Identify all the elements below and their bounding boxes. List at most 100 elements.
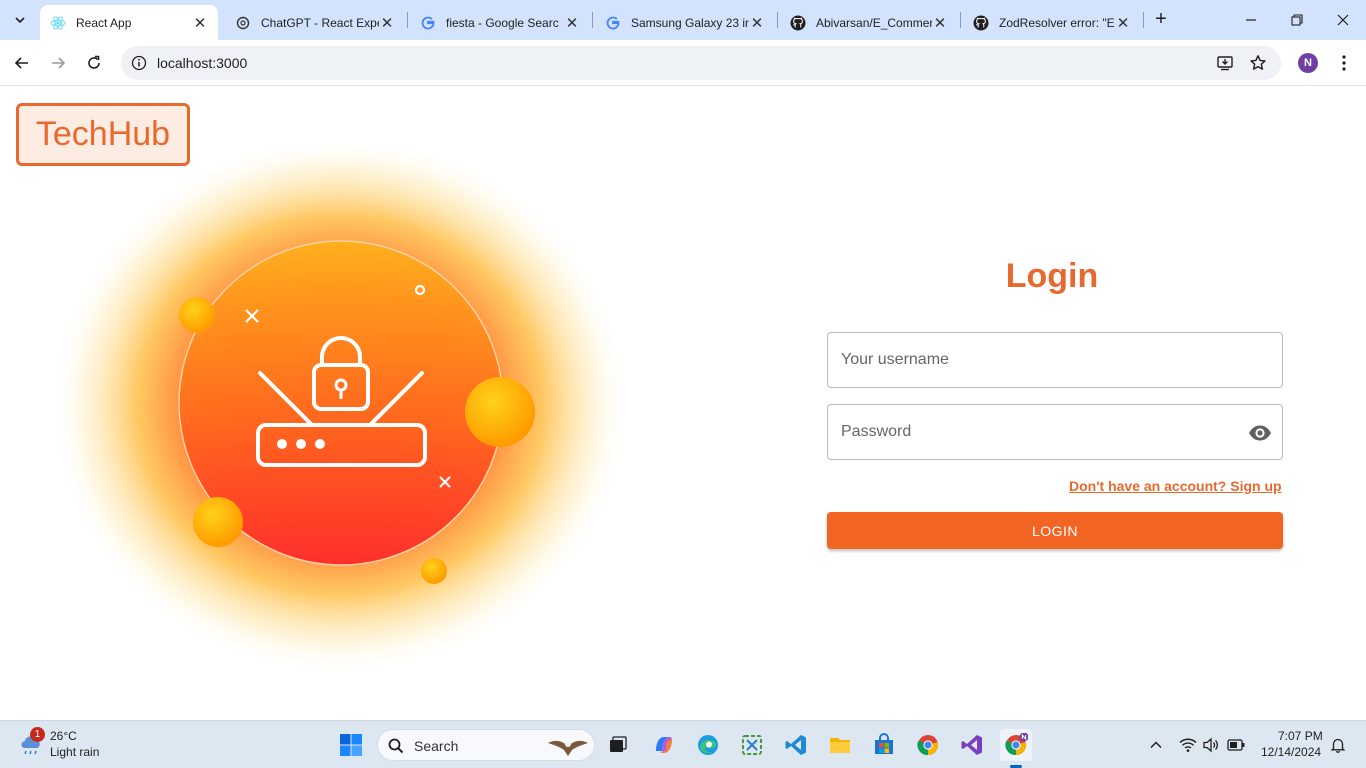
tab-separator — [407, 12, 408, 28]
tab-github-zodresolver[interactable]: ZodResolver error: "E ✕ — [963, 5, 1141, 40]
clock-time[interactable]: 7:07 PM — [1278, 729, 1323, 743]
visual-studio-icon — [961, 735, 982, 755]
volume-icon[interactable] — [1201, 735, 1221, 755]
tab-search-button[interactable] — [8, 8, 32, 32]
more-vertical-icon — [1342, 55, 1346, 71]
tab-title: fiesta - Google Searc — [446, 15, 559, 30]
windows-icon — [340, 734, 362, 756]
start-button[interactable] — [335, 729, 367, 761]
security-illustration — [50, 147, 630, 675]
copilot-button[interactable] — [648, 729, 680, 761]
install-app-icon[interactable] — [1215, 53, 1235, 73]
signup-link[interactable]: Don't have an account? Sign up — [1069, 478, 1282, 494]
reload-button[interactable] — [82, 51, 106, 75]
github-icon — [973, 15, 989, 31]
login-button[interactable]: LOGIN — [827, 512, 1283, 549]
new-tab-button[interactable]: + — [1150, 8, 1172, 30]
tab-separator — [592, 12, 593, 28]
weather-temperature[interactable]: 26°C — [50, 729, 77, 743]
chrome-icon — [1005, 733, 1028, 756]
minimize-icon — [1246, 19, 1256, 21]
eagle-icon — [548, 740, 588, 756]
eye-icon[interactable] — [1248, 421, 1272, 445]
close-icon[interactable]: ✕ — [749, 15, 765, 32]
snipping-tool-button[interactable] — [736, 729, 768, 761]
tab-title: ChatGPT - React Expe — [261, 15, 379, 30]
task-view-button[interactable] — [602, 729, 634, 761]
arrow-left-icon — [14, 57, 28, 69]
chrome-profile-button[interactable] — [1000, 729, 1032, 761]
tab-title: React App — [76, 15, 132, 30]
back-button[interactable] — [10, 51, 34, 75]
search-label: Search — [414, 738, 459, 754]
tab-fiesta-search[interactable]: fiesta - Google Searc ✕ — [410, 5, 590, 40]
profile-avatar[interactable]: N — [1298, 53, 1318, 73]
tab-react-app[interactable]: React App ✕ — [40, 5, 218, 40]
browser-tab-strip: React App ✕ ChatGPT - React Expe ✕ fiest… — [0, 0, 1366, 40]
browser-toolbar: localhost:3000 N — [0, 40, 1366, 86]
store-icon — [875, 733, 893, 754]
tab-chatgpt[interactable]: ChatGPT - React Expe ✕ — [225, 5, 405, 40]
visual-studio-button[interactable] — [956, 729, 988, 761]
password-field — [827, 404, 1283, 460]
forward-button[interactable] — [46, 51, 70, 75]
file-explorer-button[interactable] — [824, 729, 856, 761]
folder-icon — [830, 738, 850, 753]
wifi-icon[interactable] — [1178, 735, 1198, 755]
close-window-button[interactable] — [1320, 0, 1366, 40]
tab-samsung-search[interactable]: Samsung Galaxy 23 in ✕ — [595, 5, 775, 40]
url-text: localhost:3000 — [157, 55, 248, 71]
minimize-button[interactable] — [1228, 0, 1274, 40]
close-icon — [1337, 14, 1349, 26]
battery-icon[interactable] — [1226, 735, 1246, 755]
search-icon — [386, 736, 406, 756]
chevron-up-icon — [1150, 741, 1162, 749]
browser-menu-button[interactable] — [1334, 51, 1354, 75]
close-icon[interactable]: ✕ — [932, 15, 948, 32]
task-view-icon — [610, 736, 627, 752]
copilot-icon — [656, 737, 672, 753]
tab-title: Abivarsan/E_Commer — [816, 15, 932, 30]
chrome-button[interactable] — [912, 729, 944, 761]
username-input[interactable] — [841, 333, 1241, 387]
arrow-right-icon — [52, 57, 66, 69]
google-icon — [420, 15, 436, 31]
react-icon — [50, 15, 66, 31]
restore-button[interactable] — [1274, 0, 1320, 40]
notifications-bell-icon[interactable] — [1328, 735, 1348, 755]
microsoft-store-button[interactable] — [868, 729, 900, 761]
vscode-button[interactable] — [780, 729, 812, 761]
tab-title: Samsung Galaxy 23 in — [631, 15, 749, 30]
tab-title: ZodResolver error: "E — [999, 15, 1115, 30]
chatgpt-icon — [235, 15, 251, 31]
tab-separator — [1143, 12, 1144, 28]
clock-date[interactable]: 12/14/2024 — [1261, 745, 1321, 759]
close-icon[interactable]: ✕ — [564, 15, 580, 32]
login-title: Login — [1005, 257, 1099, 295]
vscode-icon — [785, 735, 806, 755]
login-page: TechHub Login Your username Don't have a… — [0, 87, 1366, 720]
tab-github-ecommerce[interactable]: Abivarsan/E_Commer ✕ — [780, 5, 958, 40]
close-icon[interactable]: ✕ — [1115, 15, 1131, 32]
chevron-down-icon — [15, 17, 25, 24]
close-icon[interactable]: ✕ — [379, 15, 395, 32]
github-icon — [790, 15, 806, 31]
bookmark-star-icon[interactable] — [1248, 53, 1268, 73]
tab-separator — [777, 12, 778, 28]
restore-icon — [1291, 14, 1303, 26]
edge-button[interactable] — [692, 729, 724, 761]
weather-description[interactable]: Light rain — [50, 745, 99, 759]
username-field — [827, 332, 1283, 388]
edge-icon — [698, 735, 718, 755]
site-info-icon[interactable] — [129, 53, 149, 73]
taskbar-search[interactable]: Search — [377, 729, 595, 761]
tab-separator — [960, 12, 961, 28]
show-hidden-icons-button[interactable] — [1146, 735, 1166, 755]
password-input[interactable] — [841, 405, 1241, 459]
reload-icon — [88, 55, 100, 69]
close-icon[interactable]: ✕ — [192, 15, 208, 32]
snipping-tool-icon — [742, 735, 762, 755]
taskbar: 1 26°C Light rain Search 7:07 PM 12/14/2… — [0, 720, 1366, 768]
google-icon — [605, 15, 621, 31]
address-bar[interactable]: localhost:3000 — [121, 46, 1281, 80]
